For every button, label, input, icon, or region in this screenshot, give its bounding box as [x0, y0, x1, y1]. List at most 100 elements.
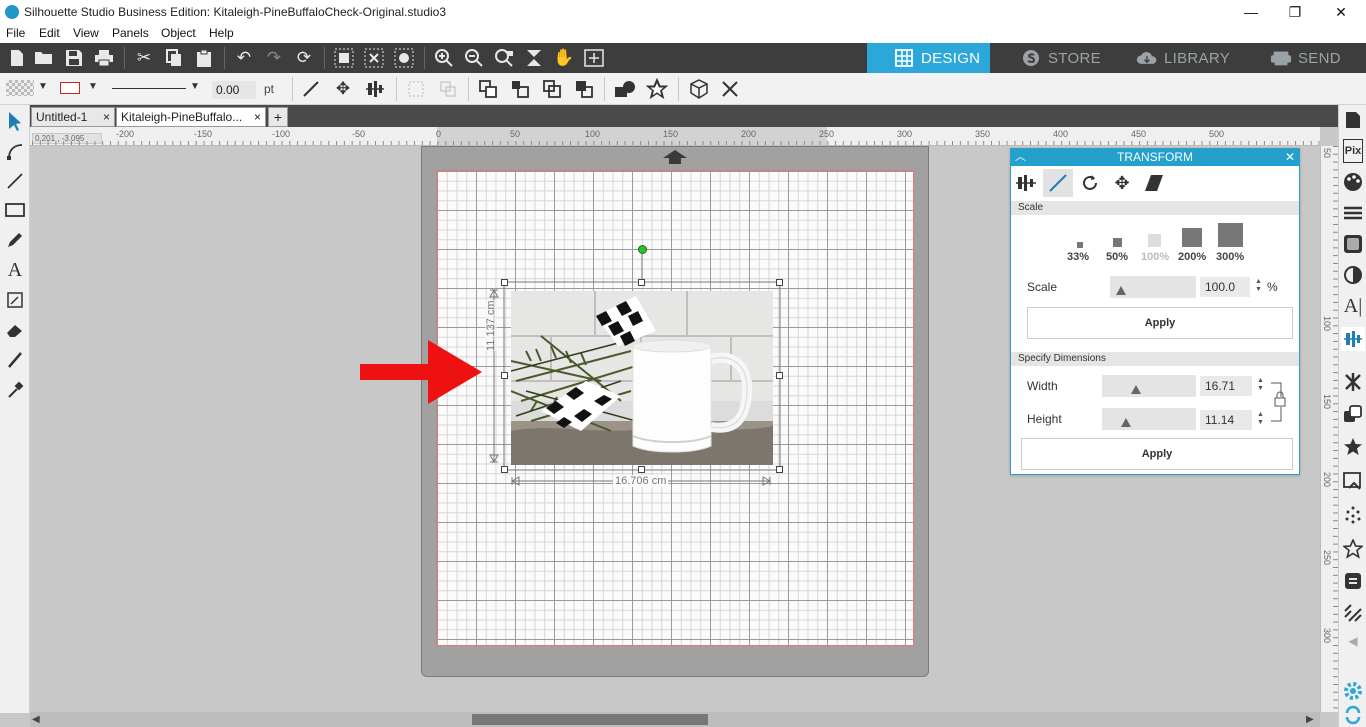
resize-handle-se[interactable]	[776, 466, 783, 473]
select-arrow-icon[interactable]	[3, 109, 27, 133]
open-folder-icon[interactable]	[32, 47, 56, 69]
horizontal-scrollbar[interactable]: ◀ ▶	[30, 712, 1320, 727]
eraser-icon[interactable]	[3, 318, 27, 342]
menu-object[interactable]: Object	[161, 26, 196, 40]
modify-icon[interactable]	[1341, 402, 1365, 426]
resize-handle-n[interactable]	[638, 279, 645, 286]
scale-input[interactable]: 100.0	[1200, 277, 1250, 297]
text-style-icon[interactable]: A|	[1341, 294, 1365, 318]
layers-icon[interactable]	[1341, 569, 1365, 593]
line-color-swatch[interactable]	[60, 82, 80, 94]
menu-file[interactable]: File	[6, 26, 25, 40]
send-to-back-icon[interactable]	[572, 78, 596, 100]
close-tab-icon[interactable]: ×	[103, 110, 110, 124]
minimize-button[interactable]: —	[1228, 0, 1274, 24]
contrast-icon[interactable]	[1341, 263, 1365, 287]
height-input[interactable]: 11.14	[1200, 410, 1252, 430]
align-icon[interactable]	[363, 78, 387, 100]
sync-icon[interactable]	[1341, 703, 1365, 727]
transform-panel-icon[interactable]	[1341, 327, 1365, 351]
trace-icon[interactable]	[1341, 469, 1365, 493]
scroll-left-icon[interactable]: ◀	[32, 714, 40, 725]
resize-handle-e[interactable]	[776, 372, 783, 379]
scale-slider[interactable]	[1110, 276, 1196, 298]
chevron-down-icon[interactable]: ▼	[38, 81, 48, 92]
width-input[interactable]: 16.71	[1200, 376, 1252, 396]
chevron-down-icon[interactable]: ▼	[88, 81, 98, 92]
print-icon[interactable]	[92, 47, 116, 69]
scroll-right-icon[interactable]: ▶	[1306, 714, 1314, 725]
apply-scale-button[interactable]: Apply	[1027, 307, 1293, 339]
bring-to-front-icon[interactable]	[476, 78, 500, 100]
scale-preset-100[interactable]: 100%	[1141, 251, 1169, 263]
knife-icon[interactable]	[3, 348, 27, 372]
paste-icon[interactable]	[192, 47, 216, 69]
page-setup-icon[interactable]	[1341, 108, 1365, 132]
rectangle-icon[interactable]	[3, 198, 27, 222]
line-draw-icon[interactable]	[3, 169, 27, 193]
apply-dimensions-button[interactable]: Apply	[1021, 438, 1293, 470]
bring-forward-icon[interactable]	[508, 78, 532, 100]
collapse-arrow-icon[interactable]: ◀	[1341, 629, 1365, 653]
scrollbar-thumb[interactable]	[472, 714, 708, 725]
redraw-icon[interactable]: ⟳	[292, 47, 316, 69]
tab-send[interactable]: SEND	[1270, 43, 1366, 73]
tab-align-icon[interactable]	[1011, 169, 1041, 197]
tab-move-icon[interactable]: ✥	[1107, 169, 1137, 197]
fill-pattern-icon[interactable]	[1341, 201, 1365, 225]
replicate-icon[interactable]	[1341, 370, 1365, 394]
save-icon[interactable]	[62, 47, 86, 69]
add-tab-button[interactable]: +	[268, 107, 288, 127]
width-slider[interactable]	[1102, 375, 1196, 397]
send-backward-icon[interactable]	[540, 78, 564, 100]
select-all-icon[interactable]	[332, 47, 356, 69]
menu-view[interactable]: View	[73, 26, 99, 40]
scale-preset-50[interactable]: 50%	[1106, 251, 1128, 263]
weld-icon[interactable]	[613, 78, 637, 100]
resize-handle-s[interactable]	[638, 466, 645, 473]
lock-aspect-icon[interactable]	[1269, 381, 1287, 423]
resize-handle-sw[interactable]	[501, 466, 508, 473]
scale-preset-200[interactable]: 200%	[1178, 251, 1206, 263]
palette-icon[interactable]	[1341, 170, 1365, 194]
height-spinner-icon[interactable]: ▲ ▼	[1257, 411, 1264, 427]
redo-icon[interactable]: ↷	[262, 47, 286, 69]
tab-scale-icon[interactable]	[1043, 169, 1073, 197]
doc-tab-kitaleigh[interactable]: Kitaleigh-PineBuffalo... ×	[116, 107, 266, 127]
zoom-fit-icon[interactable]	[582, 47, 606, 69]
menu-panels[interactable]: Panels	[112, 26, 149, 40]
resize-handle-w[interactable]	[501, 372, 508, 379]
select-by-color-icon[interactable]	[392, 47, 416, 69]
3d-box-icon[interactable]	[687, 78, 711, 100]
panel-close-icon[interactable]: ✕	[1285, 149, 1295, 166]
close-tab-icon[interactable]: ×	[254, 110, 261, 124]
tab-shear-icon[interactable]	[1139, 169, 1169, 197]
group-icon[interactable]	[404, 78, 428, 100]
scale-200-swatch[interactable]	[1182, 228, 1202, 247]
print-and-cut-icon[interactable]	[1341, 601, 1365, 625]
move-icon[interactable]: ✥	[331, 78, 355, 100]
edit-points-icon[interactable]	[3, 139, 27, 163]
rotate-handle[interactable]	[638, 245, 647, 254]
sketch-icon[interactable]	[3, 288, 27, 312]
line-width-input[interactable]: 0.00	[212, 81, 256, 99]
sketch-effect-icon[interactable]	[1341, 503, 1365, 527]
zoom-out-icon[interactable]	[462, 47, 486, 69]
slider-thumb[interactable]	[1121, 418, 1131, 427]
height-slider[interactable]	[1102, 408, 1196, 430]
tab-design[interactable]: DESIGN	[867, 43, 990, 73]
scale-300-swatch[interactable]	[1218, 223, 1243, 247]
tab-store[interactable]: STORE	[1020, 43, 1120, 73]
delete-x-icon[interactable]	[718, 78, 742, 100]
line-tool-icon[interactable]	[299, 78, 323, 100]
close-button[interactable]: ✕	[1318, 0, 1364, 24]
maximize-button[interactable]: ❐	[1272, 0, 1318, 24]
resize-handle-nw[interactable]	[501, 279, 508, 286]
scale-spinner-icon[interactable]: ▲ ▼	[1255, 278, 1262, 294]
offset-icon[interactable]	[1341, 435, 1365, 459]
slider-thumb[interactable]	[1131, 385, 1141, 394]
settings-gear-icon[interactable]	[1341, 679, 1365, 703]
eyedropper-icon[interactable]	[3, 378, 27, 402]
fill-gradient-icon[interactable]	[1341, 232, 1365, 256]
new-file-icon[interactable]	[5, 47, 29, 69]
